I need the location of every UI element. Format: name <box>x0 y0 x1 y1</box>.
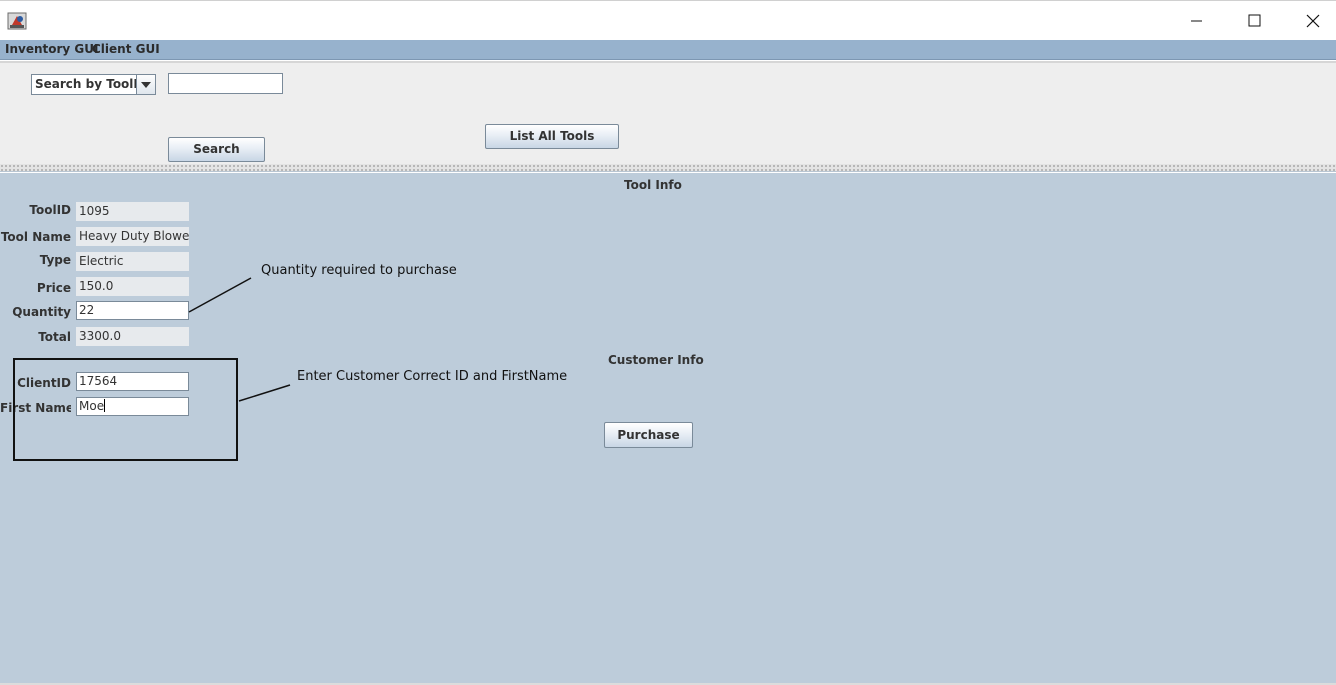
total-label: Total <box>38 330 71 344</box>
quantity-input[interactable]: 22 <box>76 301 189 320</box>
list-all-tools-button[interactable]: List All Tools <box>485 124 619 149</box>
customer-info-title: Customer Info <box>608 353 704 367</box>
tool-id-label: ToolID <box>29 203 71 217</box>
menu-bar: Inventory GUI Client GUI <box>0 40 1336 60</box>
purchase-button[interactable]: Purchase <box>604 422 693 448</box>
total-value: 3300.0 <box>76 327 189 346</box>
search-mode-dropdown[interactable]: Search by ToolID <box>31 74 156 95</box>
tool-info-title: Tool Info <box>624 178 682 192</box>
search-input[interactable] <box>168 73 283 94</box>
type-label: Type <box>39 253 71 267</box>
tool-id-value: 1095 <box>76 202 189 221</box>
price-value: 150.0 <box>76 277 189 296</box>
type-value: Electric <box>76 252 189 271</box>
tool-name-value: Heavy Duty Blower <box>76 227 189 246</box>
window-title-bar <box>0 0 1336 40</box>
annotation-highlight-box <box>13 358 238 461</box>
menu-item-client-gui[interactable]: Client GUI <box>92 42 160 56</box>
minimize-icon[interactable] <box>1184 9 1210 33</box>
maximize-icon[interactable] <box>1241 9 1267 33</box>
search-mode-selected: Search by ToolID <box>35 77 148 91</box>
quantity-annotation: Quantity required to purchase <box>261 263 457 278</box>
tool-name-label: Tool Name <box>0 230 71 244</box>
close-icon[interactable] <box>1300 9 1326 33</box>
quantity-label: Quantity <box>12 305 71 319</box>
search-button[interactable]: Search <box>168 137 265 162</box>
customer-annotation: Enter Customer Correct ID and FirstName <box>297 369 568 384</box>
chevron-down-icon[interactable] <box>136 75 155 94</box>
split-pane-divider[interactable] <box>0 164 1336 172</box>
menu-item-inventory-gui[interactable]: Inventory GUI <box>5 42 98 56</box>
java-app-icon <box>7 11 28 31</box>
price-label: Price <box>36 281 71 295</box>
